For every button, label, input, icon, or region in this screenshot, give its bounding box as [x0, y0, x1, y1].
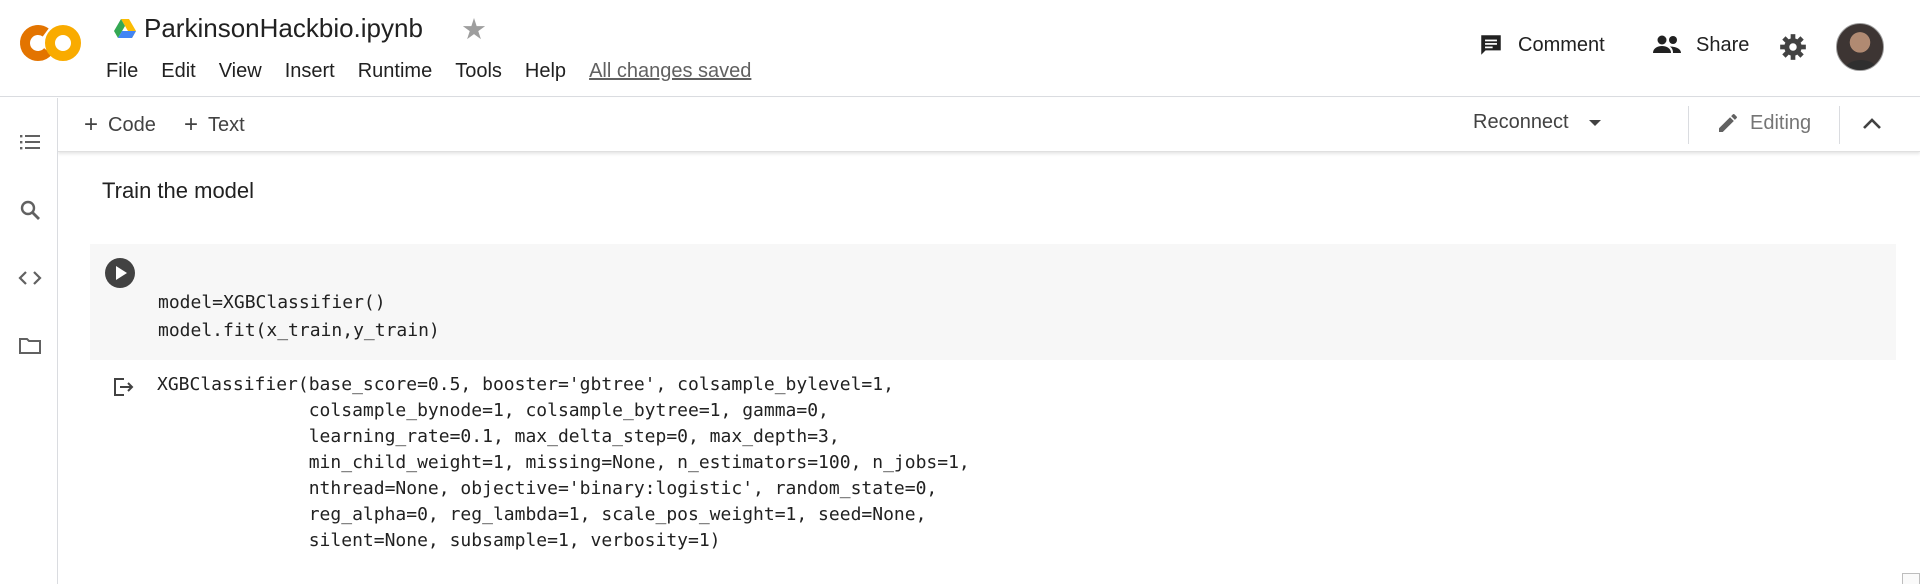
google-drive-icon[interactable]	[114, 19, 136, 39]
text-cell[interactable]: Train the model	[102, 178, 254, 204]
top-header: ParkinsonHackbio.ipynb ★ File Edit View …	[0, 0, 1920, 97]
pencil-icon	[1719, 113, 1738, 132]
output-line: colsample_bynode=1, colsample_bytree=1, …	[157, 400, 829, 421]
menu-file[interactable]: File	[106, 60, 138, 83]
colab-logo[interactable]	[18, 18, 84, 68]
comment-label: Comment	[1518, 33, 1605, 56]
menu-edit[interactable]: Edit	[161, 60, 195, 83]
gear-icon[interactable]	[1779, 33, 1807, 61]
add-code-label: Code	[108, 113, 156, 136]
cell-output: XGBClassifier(base_score=0.5, booster='g…	[157, 372, 970, 554]
table-of-contents-icon[interactable]	[18, 130, 42, 154]
output-line: reg_alpha=0, reg_lambda=1, scale_pos_wei…	[157, 504, 927, 525]
chevron-down-icon[interactable]	[1588, 119, 1601, 126]
output-line: silent=None, subsample=1, verbosity=1)	[157, 530, 721, 551]
plus-icon: +	[84, 111, 99, 138]
output-line: min_child_weight=1, missing=None, n_esti…	[157, 452, 970, 473]
left-sidebar	[0, 98, 58, 584]
editing-mode-button[interactable]: Editing	[1716, 111, 1811, 135]
menu-insert[interactable]: Insert	[285, 60, 335, 83]
code-line: model=XGBClassifier()	[158, 292, 386, 313]
menu-runtime[interactable]: Runtime	[358, 60, 432, 83]
menu-help[interactable]: Help	[525, 60, 566, 83]
share-button[interactable]: Share	[1652, 32, 1749, 58]
people-icon	[1653, 35, 1681, 53]
share-label: Share	[1696, 33, 1750, 56]
comment-icon	[1481, 35, 1501, 55]
add-text-button[interactable]: + Text	[184, 111, 245, 139]
output-line: nthread=None, objective='binary:logistic…	[157, 478, 938, 499]
add-code-button[interactable]: + Code	[84, 111, 156, 139]
output-line: XGBClassifier(base_score=0.5, booster='g…	[157, 374, 894, 395]
avatar[interactable]	[1836, 23, 1884, 71]
toolbar-divider	[1839, 106, 1840, 144]
save-status-link[interactable]: All changes saved	[589, 60, 751, 83]
comment-button[interactable]: Comment	[1478, 32, 1605, 58]
code-line: model.fit(x_train,y_train)	[158, 320, 440, 341]
code-snippets-icon[interactable]	[18, 266, 42, 290]
notebook-title[interactable]: ParkinsonHackbio.ipynb	[144, 13, 423, 44]
output-icon[interactable]	[111, 375, 135, 399]
search-icon[interactable]	[18, 198, 42, 222]
scrollbar[interactable]	[1902, 573, 1920, 584]
menu-view[interactable]: View	[219, 60, 262, 83]
output-line: learning_rate=0.1, max_delta_step=0, max…	[157, 426, 840, 447]
reconnect-label: Reconnect	[1473, 111, 1569, 133]
run-cell-button[interactable]	[105, 258, 135, 288]
menu-tools[interactable]: Tools	[455, 60, 502, 83]
editing-label: Editing	[1750, 111, 1812, 134]
plus-icon: +	[184, 111, 199, 138]
toolbar-divider	[1688, 106, 1689, 144]
notebook-toolbar: + Code + Text	[58, 98, 1920, 152]
collapse-header-icon[interactable]	[1860, 116, 1884, 132]
add-text-label: Text	[208, 113, 245, 136]
folder-icon[interactable]	[18, 334, 42, 358]
star-icon[interactable]: ★	[461, 12, 487, 47]
reconnect-button[interactable]: Reconnect	[1473, 111, 1601, 134]
code-editor[interactable]: model=XGBClassifier() model.fit(x_train,y…	[158, 289, 440, 345]
menu-bar: File Edit View Insert Runtime Tools Help…	[106, 60, 751, 83]
